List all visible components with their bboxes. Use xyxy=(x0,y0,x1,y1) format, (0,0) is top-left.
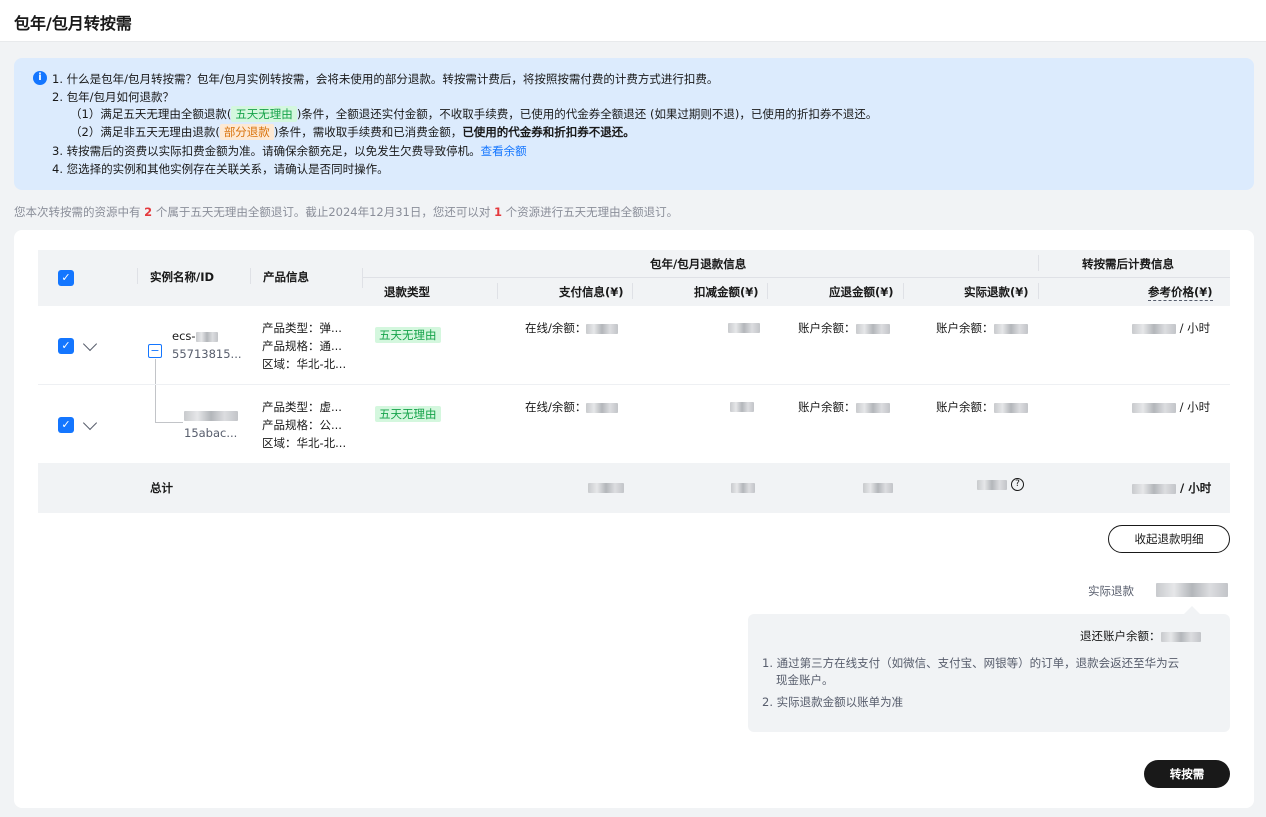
notice-line-2: 2. 包年/包月如何退款？ xyxy=(52,90,175,104)
th-due-refund: 应退金额(¥) xyxy=(829,285,894,299)
notice-panel: i 1. 什么是包年/包月转按需？包年/包月实例转按需，会将未使用的部分退款。转… xyxy=(14,58,1254,190)
product-type: 产品类型：虚... xyxy=(262,400,342,414)
th-ref-price[interactable]: 参考价格(¥) xyxy=(1148,284,1213,301)
actual-refund-value xyxy=(1156,582,1228,597)
row-checkbox[interactable]: ✓ xyxy=(58,338,74,354)
payment-info: 在线/余额： xyxy=(525,399,619,415)
total-actual: ? xyxy=(977,477,1024,491)
refund-note-1: 1. 通过第三方在线支付（如微信、支付宝、网银等）的订单，退款会返还至华为云 xyxy=(762,656,1180,670)
th-payment: 支付信息(¥) xyxy=(559,285,624,299)
page-title: 包年/包月转按需 xyxy=(14,14,132,33)
chevron-down-icon[interactable] xyxy=(82,415,98,431)
instance-id: 15abac... xyxy=(184,426,238,440)
actual-refund-label: 实际退款 xyxy=(1088,584,1134,598)
product-type: 产品类型：弹... xyxy=(262,321,342,335)
tag-partial: 部分退款 xyxy=(219,124,274,140)
notice-line-1: 1. 什么是包年/包月转按需？包年/包月实例转按需，会将未使用的部分退款。转按需… xyxy=(52,72,719,86)
deduction-amount xyxy=(730,399,754,413)
actual-refund: 账户余额： xyxy=(936,320,1028,336)
row-checkbox[interactable]: ✓ xyxy=(58,417,74,433)
refund-detail-box: 退还账户余额： 1. 通过第三方在线支付（如微信、支付宝、网银等）的订单，退款会… xyxy=(748,606,1230,732)
instance-id: 55713815... xyxy=(172,347,242,361)
deduction-amount xyxy=(728,320,760,334)
ref-price: / 小时 xyxy=(1132,320,1210,336)
table-header: ✓ 实例名称/ID 产品信息 包年/包月退款信息 转按需后计费信息 退款类型 支… xyxy=(38,250,1230,306)
th-product: 产品信息 xyxy=(263,270,309,284)
total-payment xyxy=(588,480,624,494)
notice-line-6: 4. 您选择的实例和其他实例存在关联关系，请确认是否同时操作。 xyxy=(52,162,389,176)
actual-refund: 账户余额： xyxy=(936,399,1028,415)
payment-info: 在线/余额： xyxy=(525,320,619,336)
chevron-down-icon[interactable] xyxy=(82,336,98,352)
notice-line-5: 3. 转按需后的资费以实际扣费金额为准。请确保余额充足，以免发生欠费导致停机。查… xyxy=(52,144,527,158)
refund-note-1-cont: 现金账户。 xyxy=(776,673,834,687)
product-spec: 产品规格：公... xyxy=(262,418,342,432)
collapse-tree-icon[interactable]: − xyxy=(148,344,162,358)
refund-note-2: 2. 实际退款金额以账单为准 xyxy=(762,695,904,709)
summary-line: 您本次转按需的资源中有 2 个属于五天无理由全额退订。截止2024年12月31日… xyxy=(14,205,679,219)
collapse-refund-detail-button[interactable]: 收起退款明细 xyxy=(1108,525,1230,553)
instance-name xyxy=(184,408,238,422)
th-actual-refund: 实际退款(¥) xyxy=(964,285,1029,299)
refund-type-tag: 五天无理由 xyxy=(375,406,441,422)
th-deduction: 扣减金额(¥) xyxy=(694,285,759,299)
due-refund: 账户余额： xyxy=(798,399,890,415)
notice-line-4: （2）满足非五天无理由退款(部分退款)条件，需收取手续费和已消费金额，已使用的代… xyxy=(70,124,635,140)
select-all-checkbox[interactable]: ✓ xyxy=(58,270,74,286)
total-deduction xyxy=(731,480,755,494)
top-bar: 包年/包月转按需 xyxy=(0,0,1266,42)
th-group-billing: 转按需后计费信息 xyxy=(1082,257,1174,271)
product-region: 区域：华北-北... xyxy=(262,436,347,450)
view-balance-link[interactable]: 查看余额 xyxy=(481,144,527,158)
tag-five-day: 五天无理由 xyxy=(231,106,297,122)
refund-type-tag: 五天无理由 xyxy=(375,327,441,343)
help-icon[interactable]: ? xyxy=(1011,478,1024,491)
convert-to-on-demand-button[interactable]: 转按需 xyxy=(1144,760,1230,788)
th-group-refund: 包年/包月退款信息 xyxy=(650,257,747,271)
total-due xyxy=(863,480,893,494)
notice-line-3: （1）满足五天无理由全额退款(五天无理由)条件，全额退还实付金额，不收取手续费，… xyxy=(70,106,878,122)
total-price: / 小时 xyxy=(1132,480,1211,496)
refund-card: ✓ 实例名称/ID 产品信息 包年/包月退款信息 转按需后计费信息 退款类型 支… xyxy=(14,230,1254,808)
instance-name: ecs- xyxy=(172,329,218,343)
th-refund-type: 退款类型 xyxy=(384,285,430,299)
total-label: 总计 xyxy=(150,481,173,495)
refund-account-line: 退还账户余额： xyxy=(1080,628,1201,644)
info-icon: i xyxy=(33,71,47,85)
due-refund: 账户余额： xyxy=(798,320,890,336)
total-row: 总计 ? / 小时 xyxy=(38,463,1230,513)
ref-price: / 小时 xyxy=(1132,399,1210,415)
product-region: 区域：华北-北... xyxy=(262,357,347,371)
product-spec: 产品规格：通... xyxy=(262,339,342,353)
th-instance: 实例名称/ID xyxy=(150,270,215,284)
